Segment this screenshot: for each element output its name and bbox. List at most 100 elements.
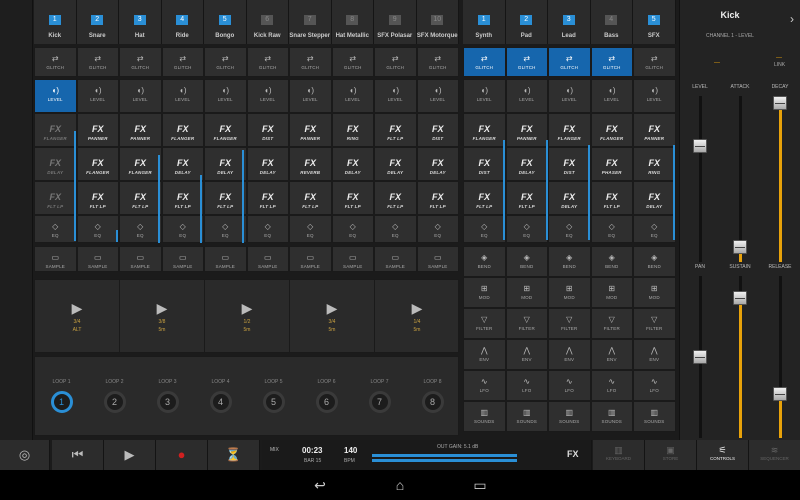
fx-slot-2[interactable]: FX DELAY <box>246 147 289 181</box>
fader-knob-sustain[interactable] <box>733 290 747 305</box>
home-icon[interactable]: ⌂ <box>360 470 440 500</box>
mode-controls-button[interactable]: ⚟ CONTROLS <box>697 440 749 470</box>
left-channel-5[interactable]: 5 Bongo <box>204 0 247 44</box>
mod-button[interactable]: ⊞ MOD <box>548 277 591 308</box>
left-channel-10[interactable]: 10 SFX Motorque <box>416 0 459 44</box>
glitch-button[interactable]: ⇄ GLITCH <box>416 47 459 77</box>
eq-button[interactable]: ◇ EQ <box>505 215 548 243</box>
eq-button[interactable]: ◇ EQ <box>590 215 633 243</box>
level-button[interactable]: ◖) LEVEL <box>119 79 162 113</box>
pattern-slot[interactable]: ▶ 3/4 5m <box>290 280 375 352</box>
fx-slot-1[interactable]: FX FLT LP <box>374 113 417 147</box>
level-button[interactable]: ◖) LEVEL <box>633 79 676 113</box>
bend-button[interactable]: ◈ BEND <box>505 246 548 277</box>
level-button[interactable]: ◖) LEVEL <box>204 79 247 113</box>
fx-slot-3[interactable]: FX FLT LP <box>590 181 633 215</box>
sample-button[interactable]: ▭ SAMPLE <box>374 246 417 272</box>
fx-button[interactable]: FX <box>567 449 579 459</box>
level-button[interactable]: ◖) LEVEL <box>463 79 506 113</box>
eq-button[interactable]: ◇ EQ <box>34 215 77 243</box>
sample-button[interactable]: ▭ SAMPLE <box>161 246 204 272</box>
right-channel-3[interactable]: 3 Lead <box>548 0 591 44</box>
bend-button[interactable]: ◈ BEND <box>633 246 676 277</box>
left-channel-3[interactable]: 3 Hat <box>119 0 162 44</box>
fx-slot-3[interactable]: FX FLT LP <box>463 181 506 215</box>
left-channel-2[interactable]: 2 Snare <box>76 0 119 44</box>
left-channel-9[interactable]: 9 SFX Polasar <box>374 0 417 44</box>
fx-slot-1[interactable]: FX PANNER <box>289 113 332 147</box>
glitch-button[interactable]: ⇄ GLITCH <box>246 47 289 77</box>
right-channel-5[interactable]: 5 SFX <box>633 0 676 44</box>
level-button[interactable]: ◖) LEVEL <box>548 79 591 113</box>
sounds-button[interactable]: ▥ SOUNDS <box>548 401 591 432</box>
link-button[interactable]: LINK <box>774 62 785 68</box>
out-gain-meter[interactable] <box>372 454 517 457</box>
fx-slot-3[interactable]: FX FLT LP <box>289 181 332 215</box>
glitch-button[interactable]: ⇄ GLITCH <box>590 47 633 77</box>
sample-button[interactable]: ▭ SAMPLE <box>331 246 374 272</box>
play-button[interactable]: ▶ <box>104 440 156 470</box>
right-channel-4[interactable]: 4 Bass <box>590 0 633 44</box>
metronome-button[interactable]: ⏳ <box>208 440 260 470</box>
fx-slot-3[interactable]: FX FLT LP <box>331 181 374 215</box>
fx-slot-3[interactable]: FX FLT LP <box>204 181 247 215</box>
glitch-button[interactable]: ⇄ GLITCH <box>374 47 417 77</box>
fx-slot-2[interactable]: FX DELAY <box>34 147 77 181</box>
glitch-button[interactable]: ⇄ GLITCH <box>548 47 591 77</box>
env-button[interactable]: ⋀ ENV <box>633 339 676 370</box>
bend-button[interactable]: ◈ BEND <box>590 246 633 277</box>
fader-knob-release[interactable] <box>773 387 787 401</box>
mode-keyboard-button[interactable]: ▥ KEYBOARD <box>593 440 645 470</box>
sample-button[interactable]: ▭ SAMPLE <box>76 246 119 272</box>
sample-button[interactable]: ▭ SAMPLE <box>204 246 247 272</box>
env-button[interactable]: ⋀ ENV <box>590 339 633 370</box>
right-channel-1[interactable]: 1 Synth <box>463 0 506 44</box>
pattern-slot[interactable]: ▶ 1/4 5m <box>375 280 460 352</box>
filter-button[interactable]: ▽ FILTER <box>505 308 548 339</box>
fx-slot-2[interactable]: FX DELAY <box>505 147 548 181</box>
fx-slot-2[interactable]: FX FLANGER <box>76 147 119 181</box>
eq-button[interactable]: ◇ EQ <box>548 215 591 243</box>
bend-button[interactable]: ◈ BEND <box>463 246 506 277</box>
sounds-button[interactable]: ▥ SOUNDS <box>463 401 506 432</box>
mod-button[interactable]: ⊞ MOD <box>463 277 506 308</box>
loop-8-button[interactable]: LOOP 8 8 <box>406 357 459 435</box>
level-button[interactable]: ◖) LEVEL <box>246 79 289 113</box>
level-button[interactable]: ◖) LEVEL <box>590 79 633 113</box>
fx-slot-3[interactable]: FX FLT LP <box>505 181 548 215</box>
fx-slot-3[interactable]: FX FLT LP <box>34 181 77 215</box>
sounds-button[interactable]: ▥ SOUNDS <box>633 401 676 432</box>
left-channel-4[interactable]: 4 Ride <box>161 0 204 44</box>
glitch-button[interactable]: ⇄ GLITCH <box>204 47 247 77</box>
loop-6-button[interactable]: LOOP 6 6 <box>300 357 353 435</box>
glitch-button[interactable]: ⇄ GLITCH <box>633 47 676 77</box>
eq-button[interactable]: ◇ EQ <box>374 215 417 243</box>
fx-slot-3[interactable]: FX DELAY <box>548 181 591 215</box>
fx-slot-1[interactable]: FX PANNER <box>633 113 676 147</box>
right-channel-2[interactable]: 2 Pad <box>505 0 548 44</box>
loop-5-button[interactable]: LOOP 5 5 <box>247 357 300 435</box>
fx-slot-2[interactable]: FX DELAY <box>331 147 374 181</box>
env-button[interactable]: ⋀ ENV <box>463 339 506 370</box>
fx-slot-1[interactable]: FX FLANGER <box>548 113 591 147</box>
fx-slot-2[interactable]: FX DELAY <box>161 147 204 181</box>
lfo-button[interactable]: ∿ LFO <box>505 370 548 401</box>
fx-slot-2[interactable]: FX DELAY <box>374 147 417 181</box>
eq-button[interactable]: ◇ EQ <box>119 215 162 243</box>
back-icon[interactable]: ↩ <box>280 470 360 500</box>
lfo-button[interactable]: ∿ LFO <box>463 370 506 401</box>
sounds-button[interactable]: ▥ SOUNDS <box>590 401 633 432</box>
fx-slot-1[interactable]: FX FLANGER <box>161 113 204 147</box>
fx-slot-1[interactable]: FX DIST <box>246 113 289 147</box>
eq-button[interactable]: ◇ EQ <box>463 215 506 243</box>
fx-slot-2[interactable]: FX RING <box>633 147 676 181</box>
glitch-button[interactable]: ⇄ GLITCH <box>119 47 162 77</box>
mod-button[interactable]: ⊞ MOD <box>505 277 548 308</box>
settings-button[interactable]: ◎ <box>0 440 50 470</box>
fader-knob-pan[interactable] <box>693 350 707 364</box>
eq-button[interactable]: ◇ EQ <box>204 215 247 243</box>
loop-7-button[interactable]: LOOP 7 7 <box>353 357 406 435</box>
pattern-slot[interactable]: ▶ 3/4 ALT <box>35 280 120 352</box>
fx-slot-2[interactable]: FX PHASER <box>590 147 633 181</box>
fx-slot-1[interactable]: FX RING <box>331 113 374 147</box>
